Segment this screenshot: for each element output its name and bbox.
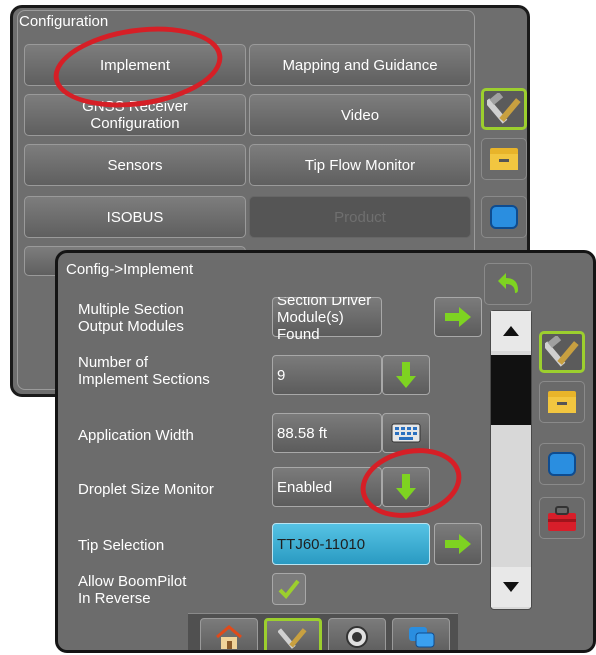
allow-boompilot-label: Allow BoomPilot In Reverse [78, 573, 187, 607]
mapping-guidance-button[interactable]: Mapping and Guidance [249, 44, 471, 86]
screen-tab[interactable] [539, 443, 585, 485]
screen-icon [548, 452, 576, 476]
tools-tab[interactable] [539, 331, 585, 373]
screen-tab[interactable] [481, 196, 527, 238]
product-button: Product [249, 196, 471, 238]
settings-scrollbar[interactable] [490, 310, 532, 610]
sensors-button[interactable]: Sensors [24, 144, 246, 186]
bottom-navigation [188, 613, 458, 650]
implement-settings-list: Multiple Section Output Modules Section … [64, 297, 488, 607]
droplet-size-monitor-label: Droplet Size Monitor [78, 481, 214, 498]
application-width-value[interactable]: 88.58 ft [272, 413, 382, 453]
tools-nav-button[interactable] [264, 618, 322, 650]
application-width-keyboard-button[interactable] [382, 413, 430, 453]
scroll-down-button[interactable] [491, 567, 531, 607]
back-arrow-icon [498, 273, 518, 293]
tip-flow-monitor-button[interactable]: Tip Flow Monitor [249, 144, 471, 186]
implement-button[interactable]: Implement [24, 44, 246, 86]
toolbox-tab[interactable] [539, 497, 585, 539]
implement-sections-dropdown-button[interactable] [382, 355, 430, 395]
folder-icon [548, 391, 576, 413]
tools-icon [278, 628, 307, 649]
camera-icon [346, 626, 368, 648]
isobus-button[interactable]: ISOBUS [24, 196, 246, 238]
home-icon [216, 625, 242, 649]
folder-icon [490, 148, 518, 170]
scroll-thumb[interactable] [491, 355, 531, 425]
triangle-down-icon [503, 582, 519, 592]
tools-tab[interactable] [481, 88, 527, 130]
toolbox-icon [548, 506, 576, 531]
video-button[interactable]: Video [249, 94, 471, 136]
triangle-up-icon [503, 326, 519, 336]
checkmark-icon [278, 579, 300, 599]
multiple-section-value: Section Driver Module(s) Found [272, 297, 382, 343]
data-tab[interactable] [481, 138, 527, 180]
camera-button[interactable] [328, 618, 386, 650]
tools-icon [487, 93, 521, 124]
data-tab[interactable] [539, 381, 585, 423]
home-button[interactable] [200, 618, 258, 650]
allow-boompilot-checkbox[interactable] [272, 573, 306, 605]
implement-panel: Config->Implement Multiple Section Outpu… [55, 250, 596, 653]
droplet-size-monitor-value[interactable]: Enabled [272, 467, 382, 507]
tools-icon [545, 336, 579, 367]
implement-title: Config->Implement [66, 261, 194, 278]
screens-button[interactable] [392, 618, 450, 650]
multiple-section-label: Multiple Section Output Modules [78, 301, 184, 335]
scroll-up-button[interactable] [491, 311, 531, 351]
droplet-size-dropdown-button[interactable] [382, 467, 430, 507]
multiple-section-arrow-button[interactable] [434, 297, 482, 337]
implement-sections-label: Number of Implement Sections [78, 354, 210, 388]
configuration-title: Configuration [19, 13, 109, 30]
screens-icon [409, 627, 435, 648]
arrow-down-icon [396, 362, 416, 388]
application-width-label: Application Width [78, 427, 194, 444]
arrow-right-icon [445, 307, 471, 327]
arrow-down-icon [396, 474, 416, 500]
keyboard-icon [391, 423, 421, 443]
arrow-right-icon [445, 534, 471, 554]
gnss-receiver-button[interactable]: GNSS Receiver Configuration [24, 94, 246, 136]
back-button[interactable] [484, 263, 532, 305]
implement-sections-value[interactable]: 9 [272, 355, 382, 395]
tip-selection-arrow-button[interactable] [434, 523, 482, 565]
tip-selection-value[interactable]: TTJ60-11010 [272, 523, 430, 565]
screen-icon [490, 205, 518, 229]
tip-selection-label: Tip Selection [78, 537, 165, 554]
